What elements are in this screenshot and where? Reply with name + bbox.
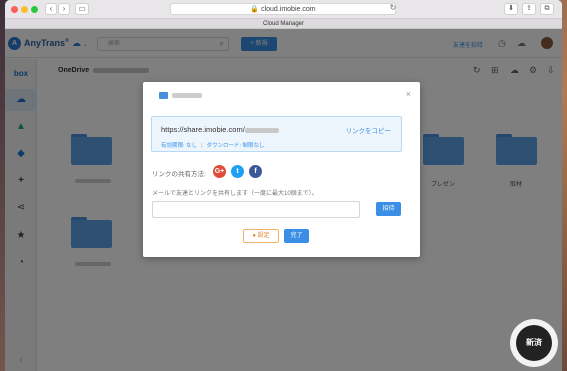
share-link-text: https://share.imobie.com/ bbox=[161, 125, 245, 134]
watermark-logo: 新済 bbox=[510, 319, 558, 367]
tab-bar: Cloud Manager bbox=[5, 19, 562, 29]
settings-button[interactable]: ● 設定 bbox=[243, 229, 279, 243]
email-field[interactable] bbox=[152, 201, 360, 218]
divider: | bbox=[201, 143, 203, 149]
link-options: 有効期限: なし | ダウンロード: 制限なし bbox=[161, 141, 265, 149]
reload-icon[interactable]: ↻ bbox=[387, 3, 399, 15]
dialog-title bbox=[159, 92, 202, 99]
facebook-share-icon[interactable]: f bbox=[249, 165, 262, 178]
share-button[interactable]: ⇪ bbox=[522, 3, 536, 15]
pin-icon: ● bbox=[252, 233, 256, 239]
url-bar[interactable]: 🔒 cloud.imobie.com bbox=[170, 3, 396, 15]
lock-icon: 🔒 bbox=[250, 6, 260, 13]
folder-icon bbox=[159, 92, 168, 99]
share-link-dialog: × https://share.imobie.com/ リンクをコピー 有効期限… bbox=[143, 82, 420, 257]
done-button[interactable]: 完了 bbox=[284, 229, 309, 243]
folder-name-redacted bbox=[172, 93, 202, 98]
email-share-label: メールで友達とリンクを共有します（一度に最大10個まで）。 bbox=[152, 191, 318, 197]
zoom-window-button[interactable] bbox=[31, 6, 38, 13]
forward-button[interactable]: › bbox=[58, 3, 70, 15]
copy-link-button[interactable]: リンクをコピー bbox=[346, 125, 392, 135]
tab-title[interactable]: Cloud Manager bbox=[263, 21, 304, 27]
close-icon[interactable]: × bbox=[406, 89, 411, 99]
close-window-button[interactable] bbox=[11, 6, 18, 13]
tabs-button[interactable]: ⧉ bbox=[540, 3, 554, 15]
back-button[interactable]: ‹ bbox=[45, 3, 57, 15]
settings-button-label: 設定 bbox=[257, 233, 270, 239]
share-method-label: リンクの共有方法: bbox=[152, 171, 206, 178]
share-link-box: https://share.imobie.com/ リンクをコピー 有効期限: … bbox=[151, 116, 402, 152]
google-plus-share-icon[interactable]: G+ bbox=[213, 165, 226, 178]
expiry-setting[interactable]: 有効期限: なし bbox=[161, 143, 197, 149]
download-button[interactable]: ⬇ bbox=[504, 3, 518, 15]
share-link-redacted bbox=[244, 127, 279, 133]
sidebar-toggle-button[interactable]: ▭ bbox=[75, 3, 89, 15]
invite-button[interactable]: 招待 bbox=[376, 202, 401, 216]
twitter-share-icon[interactable]: t bbox=[231, 165, 244, 178]
browser-toolbar: ‹ › ▭ 🔒 cloud.imobie.com ↻ ⬇ ⇪ ⧉ bbox=[5, 0, 562, 19]
watermark-text: 新済 bbox=[516, 325, 552, 361]
minimize-window-button[interactable] bbox=[21, 6, 28, 13]
share-link-url[interactable]: https://share.imobie.com/ bbox=[161, 125, 279, 134]
download-limit-setting[interactable]: ダウンロード: 制限なし bbox=[207, 143, 265, 149]
url-text: cloud.imobie.com bbox=[261, 6, 316, 13]
